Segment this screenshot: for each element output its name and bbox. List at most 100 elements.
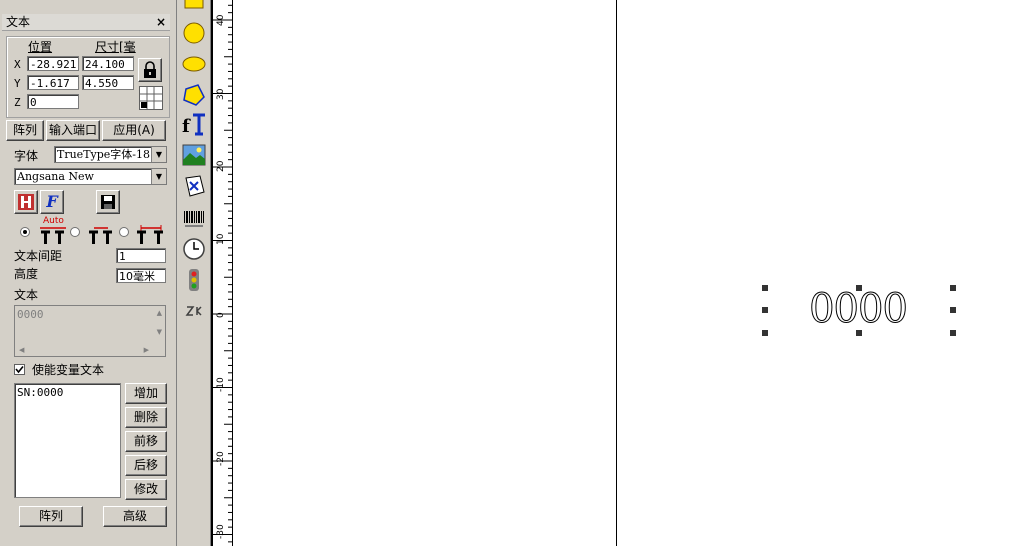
apply-button[interactable]: 应用(A) xyxy=(102,120,166,141)
save-font-button[interactable] xyxy=(96,190,120,214)
panel-close-button[interactable]: × xyxy=(156,14,166,30)
font-settings-button[interactable] xyxy=(14,190,38,214)
barcode-tool[interactable] xyxy=(181,206,207,232)
ruler-label: 10 xyxy=(216,233,226,245)
ruler-label: -20 xyxy=(216,451,226,466)
ruler-label: 30 xyxy=(216,88,226,100)
circle-tool[interactable] xyxy=(181,20,207,46)
workspace-boundary-line xyxy=(616,0,617,546)
draw-toolbar: f xyxy=(177,0,211,546)
font-style-button[interactable]: F xyxy=(40,190,64,214)
text-label: 文本 xyxy=(14,288,39,302)
advanced-button[interactable]: 高级 xyxy=(103,506,167,527)
font-settings-icon xyxy=(18,194,34,210)
size-label: 尺寸[毫 xyxy=(95,40,136,54)
circle-icon xyxy=(183,22,205,44)
ruler-label: 40 xyxy=(216,14,226,26)
italic-f-icon: F xyxy=(46,192,58,211)
enable-var-checkbox[interactable] xyxy=(14,364,25,375)
picture-icon xyxy=(182,144,206,166)
delete-button[interactable]: 删除 xyxy=(125,407,167,428)
scroll-down-icon[interactable]: ▼ xyxy=(157,328,162,336)
ruler-label: -30 xyxy=(216,524,226,539)
selection-handle[interactable] xyxy=(950,330,956,336)
font-type-value: TrueType字体-18 xyxy=(57,148,151,161)
vector-file-icon xyxy=(185,175,205,197)
align-center-radio[interactable] xyxy=(70,227,80,237)
text-object-content: 0000 xyxy=(809,286,909,332)
font-name-select[interactable]: Angsana New ▼ xyxy=(14,168,167,185)
input-port-button[interactable]: 输入端口 xyxy=(46,120,100,141)
add-button[interactable]: 增加 xyxy=(125,383,167,404)
extend-axis-icon xyxy=(185,306,202,316)
extend-axis-tool[interactable] xyxy=(181,298,207,324)
spacing-input[interactable]: 1 xyxy=(116,248,166,263)
scroll-up-icon[interactable]: ▲ xyxy=(157,309,162,317)
text-tool[interactable]: f xyxy=(181,112,207,138)
delay-tool[interactable] xyxy=(181,236,207,262)
save-icon xyxy=(101,195,115,209)
text-object[interactable]: 0000 xyxy=(762,285,956,336)
align-fixed-icon xyxy=(89,227,112,244)
modify-button[interactable]: 修改 xyxy=(125,479,167,500)
drawing-canvas[interactable]: 0000 xyxy=(233,0,1029,546)
align-left-radio[interactable] xyxy=(20,227,30,237)
text-content-area[interactable]: 0000 ▲ ▼ ◀ ▶ xyxy=(14,305,166,357)
chevron-down-icon: ▼ xyxy=(151,147,166,162)
array-button[interactable]: 阵列 xyxy=(6,120,44,141)
scroll-right-icon[interactable]: ▶ xyxy=(144,346,149,354)
vector-file-tool[interactable] xyxy=(181,173,207,199)
rectangle-icon xyxy=(184,0,204,9)
position-label: 位置 xyxy=(28,40,53,54)
align-spacing-icon xyxy=(137,225,163,244)
bitmap-tool[interactable] xyxy=(181,142,207,168)
y-label: Y xyxy=(14,77,21,90)
bottom-array-button[interactable]: 阵列 xyxy=(19,506,83,527)
barcode-icon xyxy=(184,211,204,227)
list-item[interactable]: SN:0000 xyxy=(17,386,63,399)
polygon-tool[interactable] xyxy=(181,82,207,108)
grid-icon xyxy=(140,87,162,109)
spacing-label: 文本间距 xyxy=(14,249,63,263)
panel-title: 文本 xyxy=(6,15,31,29)
z-position-input[interactable]: 0 xyxy=(27,94,79,109)
move-forward-button[interactable]: 前移 xyxy=(125,431,167,452)
x-label: X xyxy=(14,58,21,71)
ruler-label: -10 xyxy=(216,377,226,392)
vertical-ruler: 40 30 20 10 0 -10 -20 -30 xyxy=(211,0,233,546)
x-position-input[interactable]: -28.921 xyxy=(27,56,79,71)
height-value-input[interactable]: 10毫米 xyxy=(116,268,166,283)
selection-handle[interactable] xyxy=(950,307,956,313)
chevron-down-icon: ▼ xyxy=(151,169,166,184)
height-label: 高度 xyxy=(14,267,39,281)
move-backward-button[interactable]: 后移 xyxy=(125,455,167,476)
grid-position-button[interactable] xyxy=(139,86,163,110)
ruler-label: 0 xyxy=(216,312,226,318)
font-name-value: Angsana New xyxy=(17,170,94,183)
text-property-panel: 文本 × 位置 尺寸[毫 X -28.921 24.100 Y -1.617 4… xyxy=(0,0,177,546)
font-type-select[interactable]: TrueType字体-18 ▼ xyxy=(54,146,167,163)
scroll-left-icon[interactable]: ◀ xyxy=(19,346,24,354)
enable-var-label: 使能变量文本 xyxy=(32,363,105,377)
panel-titlebar: 文本 × xyxy=(2,14,170,31)
ellipse-tool[interactable] xyxy=(181,51,207,77)
width-input[interactable]: 24.100 xyxy=(82,56,134,71)
rectangle-tool[interactable] xyxy=(181,0,207,14)
traffic-light-icon xyxy=(189,269,199,291)
lock-icon xyxy=(144,61,156,78)
ellipse-icon xyxy=(182,56,206,72)
polygon-icon xyxy=(183,84,205,106)
height-size-input[interactable]: 4.550 xyxy=(82,75,134,90)
selection-handle[interactable] xyxy=(950,285,956,291)
var-text-list[interactable]: SN:0000 xyxy=(14,383,121,498)
lock-ratio-button[interactable] xyxy=(138,58,162,82)
z-label: Z xyxy=(14,96,21,109)
text-tool-icon: f xyxy=(182,113,205,137)
y-position-input[interactable]: -1.617 xyxy=(27,75,79,90)
text-content-value: 0000 xyxy=(17,308,44,321)
svg-text:f: f xyxy=(182,116,191,137)
ruler-label: 20 xyxy=(216,160,226,172)
io-signal-tool[interactable] xyxy=(181,267,207,293)
align-right-radio[interactable] xyxy=(119,227,129,237)
clock-icon xyxy=(183,238,205,260)
